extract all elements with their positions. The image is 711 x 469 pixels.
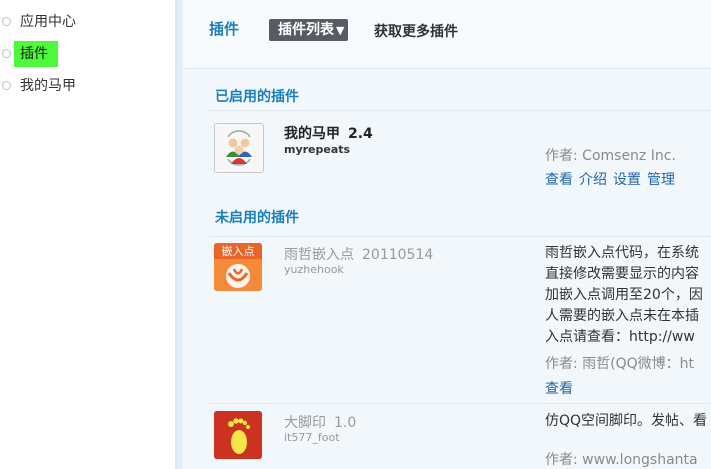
sidebar-divider: [175, 0, 183, 469]
sidebar: 应用中心 插件 我的马甲: [0, 0, 175, 469]
sidebar-item-label: 我的马甲: [20, 78, 76, 94]
row-divider: [209, 403, 711, 404]
footprint-icon: [214, 411, 262, 459]
plugin-version: 2.4: [348, 126, 373, 142]
plugin-identifier: myrepeats: [284, 143, 351, 156]
bullet-icon: [2, 81, 11, 90]
bullet-icon: [2, 17, 11, 26]
tab-get-more-plugins[interactable]: 获取更多插件: [374, 21, 458, 41]
plugin-actions: 查看: [545, 378, 579, 398]
bullet-icon: [2, 49, 11, 58]
plugin-version: 1.0: [334, 415, 357, 431]
plugin-identifier: yuzhehook: [284, 263, 344, 276]
sidebar-item-my-repeats[interactable]: 我的马甲: [0, 73, 82, 105]
description-line: 加嵌入点调用至20个，因: [545, 287, 703, 303]
main-panel: 插件 插件列表 ▼ 获取更多插件 已启用的插件 我的马甲 2.4 myrepeats…: [183, 0, 711, 469]
view-link[interactable]: 查看: [545, 381, 573, 397]
description-line: 直接修改需要显示的内容: [545, 266, 699, 282]
page-title: 插件: [209, 20, 240, 38]
sidebar-item-label: 应用中心: [20, 14, 76, 30]
sidebar-item-app-center[interactable]: 应用中心: [0, 9, 82, 41]
tab-label: 插件列表: [278, 22, 334, 38]
description-line: 入点请查看：http://ww: [545, 329, 695, 345]
embed-point-icon: 嵌入点: [214, 243, 262, 291]
settings-link[interactable]: 设置: [613, 172, 641, 188]
section-divider: [209, 110, 711, 111]
description-line: 人需要的嵌入点未在本插: [545, 308, 699, 324]
description-line: 雨哲嵌入点代码，在系统: [545, 245, 699, 261]
plugin-author: 作者: Comsenz Inc.: [545, 148, 676, 164]
disabled-section-title: 未启用的插件: [215, 210, 299, 226]
plugin-name-text: 大脚印: [284, 415, 326, 431]
plugin-name: 我的马甲 2.4: [284, 123, 373, 143]
description-line: 仿QQ空间脚印。发帖、看: [545, 413, 708, 429]
sidebar-item-plugins[interactable]: 插件: [0, 41, 82, 73]
plugin-name: 大脚印 1.0: [284, 412, 356, 432]
icon-text: 嵌入点: [222, 245, 255, 258]
plugin-description: 雨哲嵌入点代码，在系统 直接修改需要显示的内容 加嵌入点调用至20个，因 人需要…: [545, 243, 703, 348]
manage-link[interactable]: 管理: [647, 172, 675, 188]
plugin-name: 雨哲嵌入点 20110514: [284, 244, 433, 264]
sidebar-menu: 应用中心 插件 我的马甲: [0, 9, 82, 105]
header: 插件 插件列表 ▼ 获取更多插件: [183, 0, 711, 69]
section-divider: [209, 236, 711, 237]
plugin-author: 作者: 雨哲(QQ微博：ht: [545, 356, 695, 372]
caret-down-icon: ▼: [336, 24, 345, 37]
view-link[interactable]: 查看: [545, 172, 573, 188]
plugin-version: 20110514: [362, 247, 434, 263]
plugin-author: 作者: www.longshanta: [545, 452, 698, 468]
plugin-name-text: 雨哲嵌入点: [284, 247, 354, 263]
plugin-description: 仿QQ空间脚印。发帖、看: [545, 411, 707, 432]
enabled-section-title: 已启用的插件: [215, 89, 299, 105]
sidebar-item-label: 插件: [14, 41, 58, 67]
plugin-name-text: 我的马甲: [284, 126, 340, 142]
users-icon: [214, 123, 264, 173]
plugin-actions: 查看 介绍 设置 管理: [545, 169, 681, 189]
tab-plugin-list[interactable]: 插件列表 ▼: [269, 19, 349, 41]
intro-link[interactable]: 介绍: [579, 172, 607, 188]
plugin-identifier: it577_foot: [284, 431, 340, 444]
